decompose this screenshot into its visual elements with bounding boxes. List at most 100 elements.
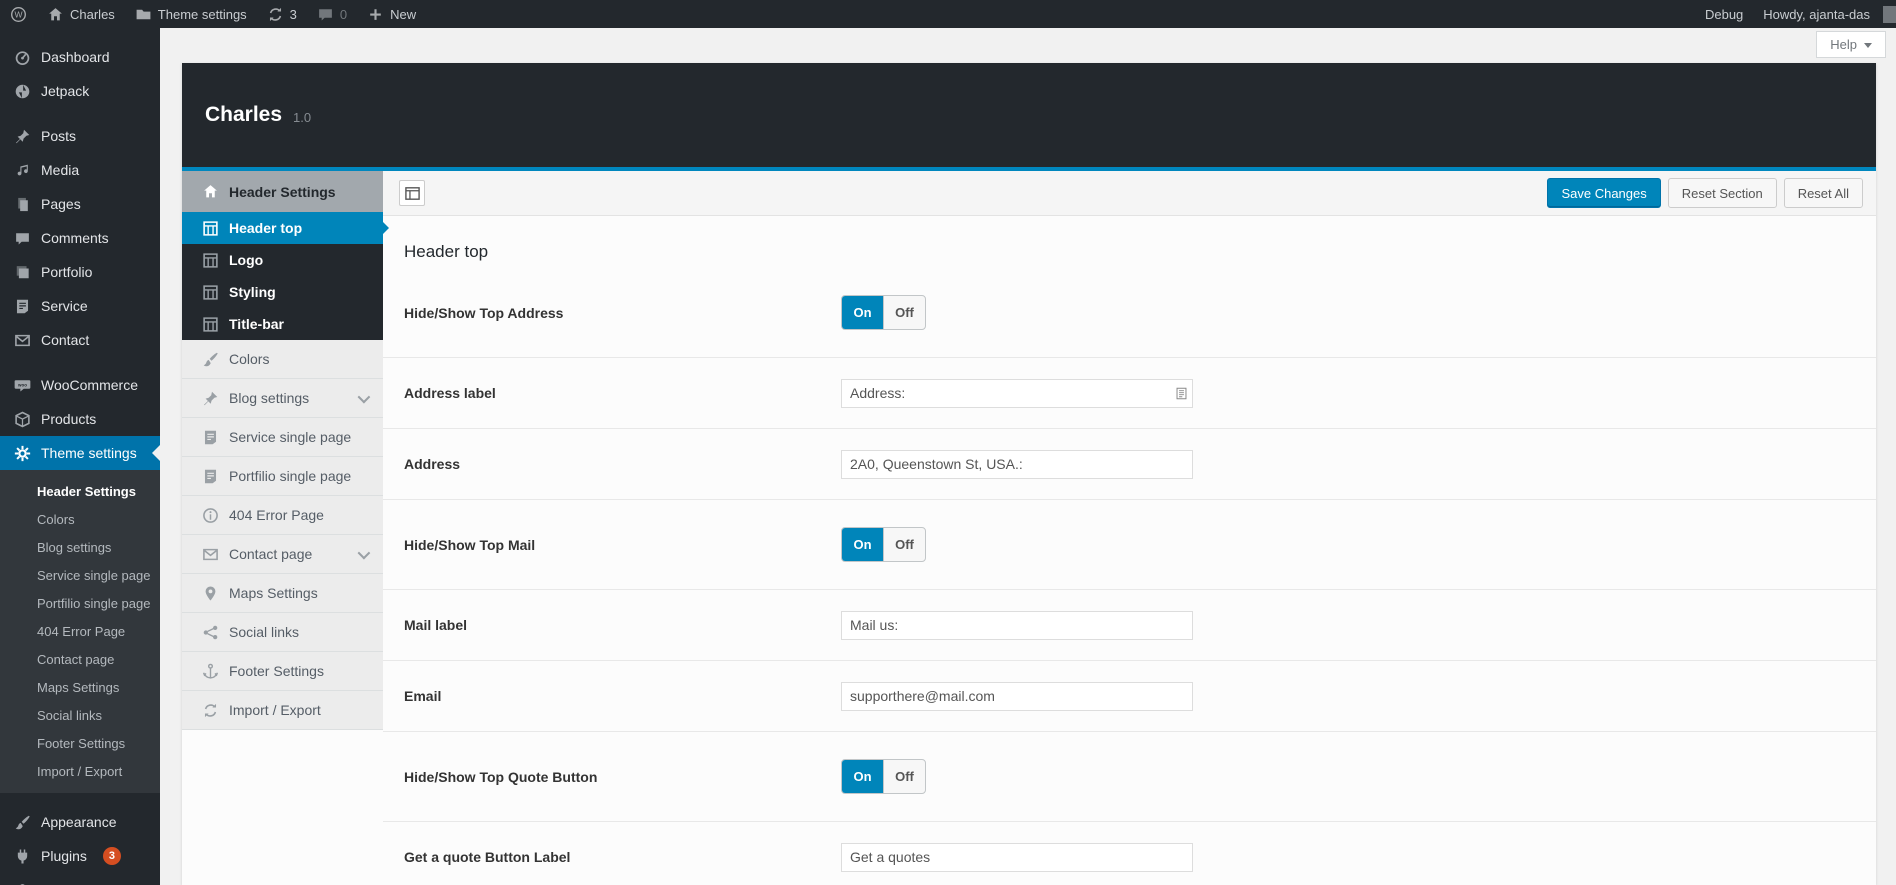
panel-section-header-settings[interactable]: Header Settings bbox=[182, 171, 383, 212]
adminbar-item-3[interactable]: 3 bbox=[257, 0, 307, 28]
panel-section-blog-settings[interactable]: Blog settings bbox=[182, 379, 383, 418]
text-field-wrap bbox=[841, 450, 1193, 479]
toggle-on-button[interactable]: On bbox=[842, 296, 883, 329]
panel-section-colors[interactable]: Colors bbox=[182, 340, 383, 379]
submenu-item-service-single-page[interactable]: Service single page bbox=[0, 561, 160, 589]
reset-section-button[interactable]: Reset Section bbox=[1668, 178, 1777, 208]
comments-icon bbox=[12, 230, 32, 247]
expand-options-button[interactable] bbox=[399, 180, 425, 206]
sidebar-item-products[interactable]: Products bbox=[0, 402, 160, 436]
panel-section-social-links[interactable]: Social links bbox=[182, 613, 383, 652]
sidebar-item-service[interactable]: Service bbox=[0, 289, 160, 323]
sidebar-item-label: Service bbox=[41, 298, 88, 314]
panel-section-menu: Header Settings Header top Logo StylingTitl… bbox=[182, 171, 383, 885]
sidebar-item-appearance[interactable]: Appearance bbox=[0, 805, 160, 839]
panel-section-label: Service single page bbox=[229, 429, 351, 445]
email-input[interactable] bbox=[841, 682, 1193, 711]
sidebar-item-theme-settings[interactable]: Theme settings bbox=[0, 436, 160, 470]
submenu-item-portfilio-single-page[interactable]: Portfilio single page bbox=[0, 589, 160, 617]
panel-section-label: Logo bbox=[229, 252, 263, 268]
panel-section-footer-settings[interactable]: Footer Settings bbox=[182, 652, 383, 691]
sidebar-item-label: Comments bbox=[41, 230, 109, 246]
panel-main: Save Changes Reset Section Reset All Hea… bbox=[383, 171, 1876, 885]
submenu-item-footer-settings[interactable]: Footer Settings bbox=[0, 729, 160, 757]
home-icon bbox=[200, 183, 220, 200]
adminbar-item-0[interactable]: 0 bbox=[307, 0, 357, 28]
reset-all-button[interactable]: Reset All bbox=[1784, 178, 1863, 208]
sidebar-item-woocommerce[interactable]: woo WooCommerce bbox=[0, 368, 160, 402]
text-field-wrap bbox=[841, 611, 1193, 640]
sidebar-item-plugins[interactable]: Plugins3 bbox=[0, 839, 160, 873]
admin-menu: DashboardJetpack PostsMedia Pages Comments P… bbox=[0, 28, 160, 885]
toggle-off-button[interactable]: Off bbox=[883, 528, 925, 561]
text-field-wrap bbox=[841, 379, 1193, 408]
sidebar-item-dashboard[interactable]: Dashboard bbox=[0, 40, 160, 74]
sidebar-item-jetpack[interactable]: Jetpack bbox=[0, 74, 160, 108]
panel-body: Header Settings Header top Logo StylingTitl… bbox=[182, 171, 1876, 885]
sidebar-item-media[interactable]: Media bbox=[0, 153, 160, 187]
save-changes-button[interactable]: Save Changes bbox=[1547, 178, 1660, 208]
adminbar-item-charles[interactable]: Charles bbox=[37, 0, 125, 28]
toggle-off-button[interactable]: Off bbox=[883, 760, 925, 793]
adminbar-item-label: Howdy, ajanta-das bbox=[1763, 7, 1870, 22]
woocommerce-icon: woo bbox=[12, 377, 32, 394]
setting-row-address-label: Address label bbox=[383, 358, 1876, 429]
submenu-item-import-export[interactable]: Import / Export bbox=[0, 757, 160, 785]
theme-name: Charles bbox=[205, 103, 282, 127]
document-icon bbox=[200, 468, 220, 485]
panel-section-import-export[interactable]: Import / Export bbox=[182, 691, 383, 730]
help-button[interactable]: Help bbox=[1816, 31, 1886, 58]
address-input[interactable] bbox=[841, 450, 1193, 479]
adminbar-item-new[interactable]: New bbox=[357, 0, 426, 28]
sidebar-item-comments[interactable]: Comments bbox=[0, 221, 160, 255]
setting-label: Address bbox=[404, 456, 841, 472]
pin-icon bbox=[200, 390, 220, 407]
setting-label: Hide/Show Top Quote Button bbox=[404, 769, 841, 785]
submenu-item-maps-settings[interactable]: Maps Settings bbox=[0, 673, 160, 701]
submenu-item-label: Footer Settings bbox=[37, 736, 125, 751]
toggle-on-button[interactable]: On bbox=[842, 528, 883, 561]
sidebar-item-label: Pages bbox=[41, 196, 81, 212]
sidebar-item-pages[interactable]: Pages bbox=[0, 187, 160, 221]
toggle-on-button[interactable]: On bbox=[842, 760, 883, 793]
adminbar-item-howdy-ajanta-das[interactable]: Howdy, ajanta-das bbox=[1753, 0, 1896, 28]
panel-section-service-single-page[interactable]: Service single page bbox=[182, 418, 383, 457]
address-label-input[interactable] bbox=[841, 379, 1193, 408]
sidebar-item-portfolio[interactable]: Portfolio bbox=[0, 255, 160, 289]
sidebar-item-users-icon[interactable] bbox=[0, 873, 160, 885]
adminbar-item-debug[interactable]: Debug bbox=[1695, 0, 1753, 28]
adminbar-item-label: Debug bbox=[1705, 7, 1743, 22]
submenu-item-social-links[interactable]: Social links bbox=[0, 701, 160, 729]
sidebar-item-contact[interactable]: Contact bbox=[0, 323, 160, 357]
panel-section-styling[interactable]: Styling bbox=[182, 276, 383, 308]
panel-section-title-bar[interactable]: Title-bar bbox=[182, 308, 383, 340]
mail-label-input[interactable] bbox=[841, 611, 1193, 640]
panel-section-portfilio-single-page[interactable]: Portfilio single page bbox=[182, 457, 383, 496]
submenu-item-colors[interactable]: Colors bbox=[0, 505, 160, 533]
setting-label: Hide/Show Top Address bbox=[404, 305, 841, 321]
panel-section-logo[interactable]: Logo bbox=[182, 244, 383, 276]
pages-icon bbox=[12, 196, 32, 213]
adminbar-item-wordpress-icon[interactable]: W bbox=[0, 0, 37, 28]
toggle-off-button[interactable]: Off bbox=[883, 296, 925, 329]
panel-section-maps-settings[interactable]: Maps Settings bbox=[182, 574, 383, 613]
submenu-item-blog-settings[interactable]: Blog settings bbox=[0, 533, 160, 561]
panel-section-label: Header top bbox=[229, 220, 302, 236]
get-a-quote-button-label-input[interactable] bbox=[841, 843, 1193, 872]
submenu-item-contact-page[interactable]: Contact page bbox=[0, 645, 160, 673]
setting-row-address: Address bbox=[383, 429, 1876, 500]
panel-section-404-error-page[interactable]: 404 Error Page bbox=[182, 496, 383, 535]
adminbar-item-theme-settings[interactable]: Theme settings bbox=[125, 0, 257, 28]
sidebar-item-label: Products bbox=[41, 411, 96, 427]
setting-row-hide-show-top-mail: Hide/Show Top MailOnOff bbox=[383, 500, 1876, 590]
sidebar-item-label: WooCommerce bbox=[41, 377, 138, 393]
update-icon bbox=[267, 6, 284, 23]
submenu-item-header-settings[interactable]: Header Settings bbox=[0, 477, 160, 505]
panel-section-contact-page[interactable]: Contact page bbox=[182, 535, 383, 574]
submenu-item-404-error-page[interactable]: 404 Error Page bbox=[0, 617, 160, 645]
setting-row-get-a-quote-button-label: Get a quote Button Label bbox=[383, 822, 1876, 885]
grid-icon bbox=[200, 316, 220, 333]
sidebar-item-posts[interactable]: Posts bbox=[0, 119, 160, 153]
products-icon bbox=[12, 411, 32, 428]
panel-section-header-top[interactable]: Header top bbox=[182, 212, 383, 244]
